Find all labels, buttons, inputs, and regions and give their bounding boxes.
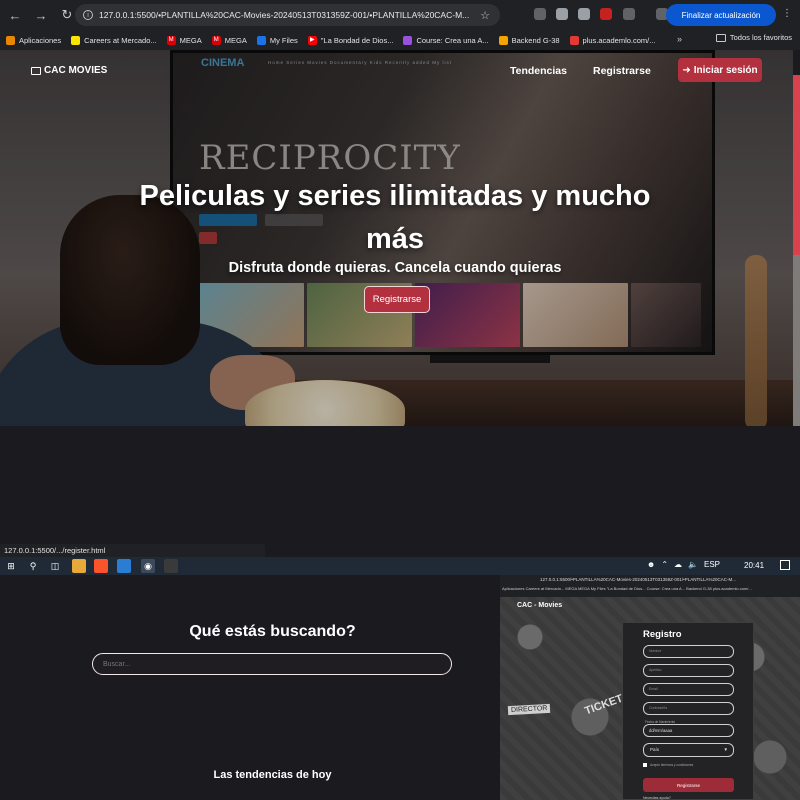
file-explorer-icon[interactable] bbox=[72, 559, 86, 573]
bookmark-item[interactable]: ▶ "La Bondad de Dios... bbox=[307, 35, 393, 45]
mega-icon: M bbox=[166, 35, 176, 45]
terms-checkbox[interactable]: Acepto términos y condiciones bbox=[643, 763, 693, 767]
checkbox-icon[interactable] bbox=[643, 763, 647, 767]
terminal-icon[interactable] bbox=[164, 559, 178, 573]
help-link[interactable]: Necesitas ayuda? bbox=[643, 796, 671, 800]
extension-icon[interactable] bbox=[578, 8, 590, 20]
mega-icon: M bbox=[211, 35, 221, 45]
site-info-icon[interactable]: i bbox=[83, 10, 93, 20]
mini-bookmarks-bar: Aplicaciones Careers at Mercado... MEGA … bbox=[502, 586, 752, 591]
academlo-icon bbox=[569, 35, 579, 45]
cat-icon bbox=[498, 35, 508, 45]
brave-browser-icon[interactable] bbox=[94, 559, 108, 573]
hero-title: Peliculas y series ilimitadas y mucho má… bbox=[139, 180, 651, 255]
search-input[interactable] bbox=[92, 653, 452, 675]
trends-title: Las tendencias de hoy bbox=[213, 769, 332, 781]
scrollbar-track[interactable] bbox=[793, 255, 800, 426]
finish-update-button[interactable]: Finalizar actualización bbox=[666, 4, 776, 26]
mini-address-url: 127.0.0.1:5500/•PLANTILLA%20CAC-Movies-2… bbox=[540, 577, 737, 582]
name-field[interactable]: Nombre bbox=[643, 645, 734, 658]
chrome-icon[interactable]: ◉ bbox=[141, 559, 155, 573]
chevron-down-icon: ▼ bbox=[723, 747, 728, 752]
files-icon bbox=[256, 35, 266, 45]
system-tray[interactable]: ☻ ⌃ ☁ 🔈 ESP bbox=[647, 560, 720, 569]
bookmark-item[interactable]: plus.academlo.com/... bbox=[569, 35, 656, 45]
register-title: Registro bbox=[643, 629, 682, 640]
site-brand-text: CAC MOVIES bbox=[44, 65, 108, 76]
search-title: Qué estás buscando? bbox=[189, 623, 356, 640]
apps-grid-icon bbox=[6, 35, 15, 45]
language-indicator[interactable]: ESP bbox=[704, 560, 720, 569]
clock[interactable]: 20:41 bbox=[744, 561, 764, 570]
youtube-icon: ▶ bbox=[307, 35, 317, 45]
address-url[interactable]: 127.0.0.1:5500/•PLANTILLA%20CAC-Movies-2… bbox=[99, 10, 469, 20]
volume-icon[interactable]: 🔈 bbox=[688, 560, 698, 569]
mini-browser-chrome: 127.0.0.1:5500/•PLANTILLA%20CAC-Movies-2… bbox=[500, 575, 800, 597]
register-page-preview: 127.0.0.1:5500/•PLANTILLA%20CAC-Movies-2… bbox=[500, 575, 800, 800]
all-bookmarks-button[interactable]: Todos los favoritos bbox=[715, 33, 792, 42]
address-bar[interactable]: i 127.0.0.1:5500/•PLANTILLA%20CAC-Movies… bbox=[75, 4, 500, 26]
notifications-icon[interactable] bbox=[780, 560, 790, 570]
windows-taskbar: ⊞ ⚲ ◫ ◉ ☻ ⌃ ☁ 🔈 ESP 20:41 bbox=[0, 557, 800, 575]
adblock-icon[interactable] bbox=[600, 8, 612, 20]
forward-icon[interactable]: → bbox=[30, 4, 52, 26]
network-icon[interactable]: ☁ bbox=[674, 560, 682, 569]
login-button-label: Iniciar sesión bbox=[693, 64, 758, 76]
search-icon[interactable]: ⚲ bbox=[26, 559, 40, 573]
bookmark-item[interactable]: M MEGA bbox=[166, 35, 202, 45]
hero-section: CINEMA Home Series Movies Documentary Ki… bbox=[0, 50, 793, 426]
extension-icon[interactable] bbox=[556, 8, 568, 20]
bookmark-item[interactable]: Course: Crea una A... bbox=[403, 35, 489, 45]
bookmarks-overflow-icon[interactable]: » bbox=[677, 34, 682, 44]
register-form: Registro Nombre Apellido Email Contraseñ… bbox=[622, 622, 754, 800]
bookmark-item[interactable]: Careers at Mercado... bbox=[71, 35, 157, 45]
hero-register-button[interactable]: Registrarse bbox=[364, 286, 430, 313]
search-section: Qué estás buscando? Las tendencias de ho… bbox=[0, 575, 500, 800]
film-icon bbox=[31, 66, 41, 75]
bookmark-item[interactable]: M MEGA bbox=[211, 35, 247, 45]
site-logo[interactable]: CAC MOVIES bbox=[31, 65, 107, 76]
folder-icon bbox=[715, 33, 726, 42]
browser-chrome: ← → ↻ i 127.0.0.1:5500/•PLANTILLA%20CAC-… bbox=[0, 0, 800, 50]
people-icon[interactable]: ☻ bbox=[647, 560, 655, 569]
page-dark-band bbox=[0, 426, 800, 544]
status-bar-url: 127.0.0.1:5500/.../register.html bbox=[0, 544, 265, 557]
windows-start-icon[interactable]: ⊞ bbox=[4, 559, 18, 573]
nav-trends-link[interactable]: Tendencias bbox=[510, 65, 567, 77]
nav-register-link[interactable]: Registrarse bbox=[593, 65, 651, 77]
bookmark-item[interactable]: My Files bbox=[256, 35, 298, 45]
terms-label: Acepto términos y condiciones bbox=[650, 763, 694, 767]
browser-menu-icon[interactable]: ⋮ bbox=[782, 8, 792, 19]
vscode-icon[interactable] bbox=[117, 559, 131, 573]
login-icon: ➜ bbox=[682, 64, 691, 76]
course-icon bbox=[403, 35, 413, 45]
password-field[interactable]: Contraseña bbox=[643, 702, 734, 715]
bookmark-item[interactable]: Backend G-38 bbox=[498, 35, 560, 45]
email-field[interactable]: Email bbox=[643, 683, 734, 696]
register-submit-button[interactable]: Registrarse bbox=[643, 778, 734, 792]
tray-chevron-icon[interactable]: ⌃ bbox=[661, 560, 668, 569]
country-select-value: País bbox=[650, 747, 660, 752]
hero-subtitle: Disfruta donde quieras. Cancela cuando q… bbox=[228, 260, 562, 276]
back-icon[interactable]: ← bbox=[4, 4, 26, 26]
mini-site-brand: CAC - Movies bbox=[517, 602, 563, 609]
country-select[interactable]: País ▼ bbox=[643, 743, 734, 757]
extensions-puzzle-icon[interactable] bbox=[623, 8, 635, 20]
bookmark-item[interactable]: Aplicaciones bbox=[6, 35, 61, 45]
mercado-icon bbox=[71, 35, 81, 45]
login-button[interactable]: ➜ Iniciar sesión bbox=[678, 58, 762, 82]
task-view-icon[interactable]: ◫ bbox=[48, 559, 62, 573]
birthdate-field[interactable]: dd/mm/aaaa bbox=[643, 724, 734, 737]
lastname-field[interactable]: Apellido bbox=[643, 664, 734, 677]
bookmark-star-icon[interactable]: ☆ bbox=[480, 9, 490, 22]
extension-icon[interactable] bbox=[534, 8, 546, 20]
page-edge-accent bbox=[793, 75, 800, 255]
